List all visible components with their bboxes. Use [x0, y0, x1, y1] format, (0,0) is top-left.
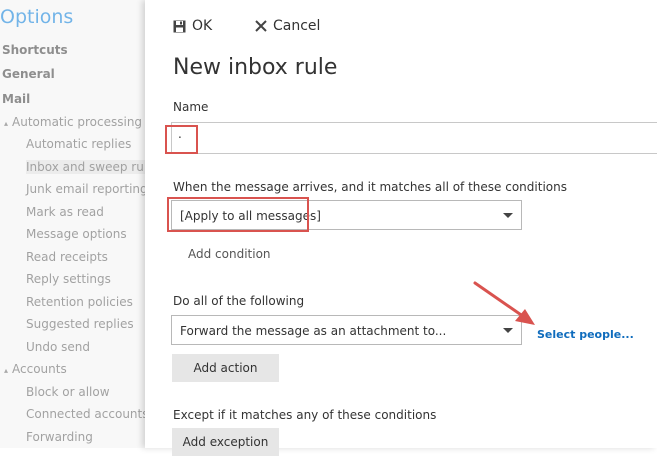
nav-item-label: Undo send	[26, 340, 91, 354]
name-highlight-box	[165, 125, 198, 154]
conditions-label: When the message arrives, and it matches…	[173, 180, 567, 194]
nav-item[interactable]: Automatic replies	[26, 137, 131, 151]
add-condition-button[interactable]: Add condition	[188, 247, 271, 261]
chevron-down-icon	[503, 213, 513, 218]
annotation-arrow-icon	[473, 281, 535, 325]
actions-label: Do all of the following	[173, 294, 305, 308]
options-navigation: Options Shortcuts General Mail ▴ Automatic p…	[0, 0, 145, 448]
exceptions-label: Except if it matches any of these condit…	[173, 408, 437, 422]
close-icon	[255, 20, 267, 32]
nav-item[interactable]: Block or allow	[26, 385, 110, 399]
nav-item-label: Automatic replies	[26, 137, 132, 151]
nav-item-label: Automatic processing	[12, 115, 143, 129]
nav-item[interactable]: Retention policies	[26, 295, 133, 309]
nav-item[interactable]: Message options	[26, 227, 127, 241]
nav-item[interactable]: Shortcuts	[2, 43, 68, 57]
nav-item[interactable]: Undo send	[26, 340, 90, 354]
page-title: New inbox rule	[173, 55, 338, 80]
add-exception-button[interactable]: Add exception	[172, 428, 279, 456]
rule-name-input[interactable]: .	[171, 122, 657, 154]
nav-item-label: Accounts	[12, 362, 67, 376]
nav-item-label: Inbox and sweep rules	[26, 160, 145, 174]
ok-label: OK	[192, 18, 213, 34]
nav-item[interactable]: Mail	[2, 92, 30, 106]
nav-item-label: Reply settings	[26, 272, 111, 286]
nav-item-label: Mail	[2, 92, 31, 106]
options-title: Options	[0, 6, 74, 28]
nav-item-label: Forwarding	[26, 430, 93, 444]
nav-item-label: Shortcuts	[2, 43, 68, 57]
action-value: Forward the message as an attachment to.…	[180, 324, 447, 338]
nav-item[interactable]: Mark as read	[26, 205, 104, 219]
nav-item-label: Mark as read	[26, 205, 104, 219]
new-rule-panel: OK Cancel New inbox rule Name . When the…	[145, 0, 657, 456]
nav-item[interactable]: General	[2, 67, 55, 81]
nav-item-label: Block or allow	[26, 385, 110, 399]
nav-item[interactable]: ▴ Accounts	[4, 362, 67, 376]
ok-button[interactable]: OK	[173, 18, 212, 34]
nav-item[interactable]: Reply settings	[26, 272, 111, 286]
nav-item[interactable]: Suggested replies	[26, 317, 134, 331]
save-icon	[173, 20, 186, 33]
add-action-button[interactable]: Add action	[172, 354, 279, 382]
nav-item-label: General	[2, 67, 55, 81]
nav-item-label: Read receipts	[26, 250, 108, 264]
expand-triangle-icon: ▴	[4, 366, 9, 375]
nav-item[interactable]: Inbox and sweep rules	[26, 160, 145, 174]
nav-item-label: Junk email reporting	[26, 182, 145, 196]
nav-item-label: Message options	[26, 227, 127, 241]
condition-highlight-box	[167, 197, 309, 232]
nav-item[interactable]: Forwarding	[26, 430, 93, 444]
name-label: Name	[173, 100, 209, 114]
nav-item[interactable]: ▴ Automatic processing	[4, 115, 142, 129]
nav-item-label: Connected accounts	[26, 407, 145, 421]
cancel-label: Cancel	[273, 18, 321, 34]
nav-item-label: Suggested replies	[26, 317, 134, 331]
cancel-button[interactable]: Cancel	[255, 18, 320, 34]
nav-item-label: Retention policies	[26, 295, 133, 309]
expand-triangle-icon: ▴	[4, 119, 9, 128]
nav-item[interactable]: Read receipts	[26, 250, 108, 264]
nav-item[interactable]: Connected accounts	[26, 407, 145, 421]
nav-item[interactable]: Junk email reporting	[26, 182, 145, 196]
select-people-link[interactable]: Select people...	[537, 328, 634, 341]
